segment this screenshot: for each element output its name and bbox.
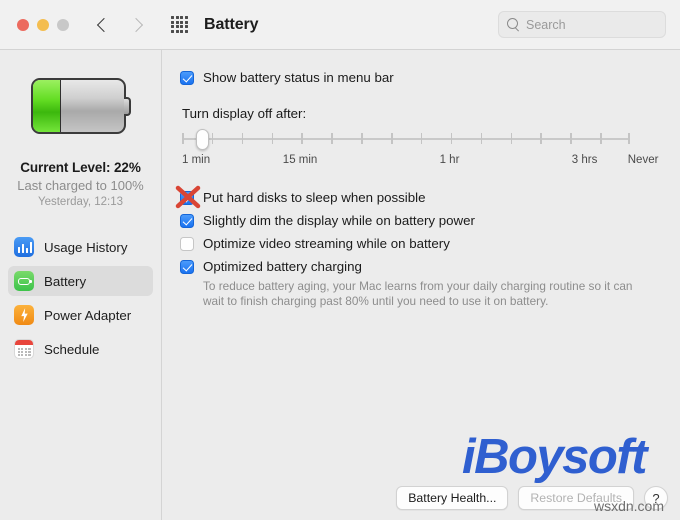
minimize-button[interactable] <box>37 18 49 31</box>
hard-disk-sleep-checkbox[interactable] <box>180 191 194 205</box>
schedule-icon <box>14 339 34 359</box>
sidebar-item-label: Usage History <box>44 239 128 255</box>
dim-display-checkbox[interactable] <box>180 214 194 228</box>
traffic-lights <box>17 18 69 31</box>
forward-chevron-icon[interactable] <box>131 19 143 31</box>
bottom-button-bar: Battery Health... Restore Defaults ? <box>180 486 668 510</box>
last-charged-label: Last charged to 100% <box>17 178 144 193</box>
slider-label-3hrs: 3 hrs <box>571 154 598 166</box>
battery-health-button[interactable]: Battery Health... <box>396 486 509 510</box>
page-title: Battery <box>204 15 259 33</box>
body-area: Current Level: 22% Last charged to 100% … <box>0 50 680 520</box>
sidebar-item-label: Battery <box>44 273 87 289</box>
current-level-label: Current Level: 22% <box>20 160 141 175</box>
search-field[interactable]: Search <box>498 11 666 38</box>
zoom-button[interactable] <box>57 18 69 31</box>
power-adapter-icon <box>14 305 34 325</box>
sidebar-list: Usage History Battery Power Adapter Sche… <box>0 232 161 364</box>
optimized-charging-row[interactable]: Optimized battery charging <box>180 259 662 275</box>
sidebar-item-power-adapter[interactable]: Power Adapter <box>8 300 153 330</box>
sidebar: Current Level: 22% Last charged to 100% … <box>0 50 162 520</box>
battery-graphic-container <box>0 78 161 134</box>
slider-tick-labels: 1 min 15 min 1 hr 3 hrs Never <box>182 154 658 170</box>
optimize-video-label: Optimize video streaming while on batter… <box>203 236 450 251</box>
hard-disk-sleep-row[interactable]: Put hard disks to sleep when possible <box>175 185 662 209</box>
display-sleep-slider-group: 1 min 15 min 1 hr 3 hrs Never <box>182 129 660 170</box>
optimize-video-checkbox[interactable] <box>180 237 194 251</box>
sidebar-item-battery[interactable]: Battery <box>8 266 153 296</box>
slider-label-1min: 1 min <box>182 154 211 166</box>
optimize-video-row[interactable]: Optimize video streaming while on batter… <box>180 236 662 252</box>
sidebar-item-label: Schedule <box>44 341 100 357</box>
search-icon <box>507 18 520 31</box>
slider-label-1hr: 1 hr <box>439 154 460 166</box>
sidebar-item-label: Power Adapter <box>44 307 132 323</box>
slider-thumb[interactable] <box>196 129 210 150</box>
battery-fill-level <box>32 80 61 132</box>
last-charged-time-label: Yesterday, 12:13 <box>37 196 124 208</box>
hard-disk-sleep-label: Put hard disks to sleep when possible <box>203 190 426 205</box>
show-battery-status-row[interactable]: Show battery status in menu bar <box>180 70 662 86</box>
sidebar-item-usage-history[interactable]: Usage History <box>8 232 153 262</box>
slider-ticks <box>182 133 630 145</box>
search-placeholder: Search <box>526 17 566 32</box>
close-button[interactable] <box>17 18 29 31</box>
battery-shell <box>30 78 126 134</box>
battery-graphic <box>30 78 131 134</box>
usage-history-icon <box>14 237 34 257</box>
optimized-charging-label: Optimized battery charging <box>203 259 362 274</box>
turn-display-off-label: Turn display off after: <box>182 106 307 121</box>
battery-terminal-nub <box>123 97 131 116</box>
back-chevron-icon[interactable] <box>97 19 109 31</box>
battery-preferences-window: Battery Search Current Level: 22% Last c… <box>0 0 680 520</box>
optimized-charging-checkbox[interactable] <box>180 260 194 274</box>
content-pane: Show battery status in menu bar Turn dis… <box>162 50 680 520</box>
slider-label-never: Never <box>627 154 659 166</box>
optimized-charging-description: To reduce battery aging, your Mac learns… <box>203 279 633 308</box>
restore-defaults-button[interactable]: Restore Defaults <box>518 486 634 510</box>
battery-icon <box>14 271 34 291</box>
help-button[interactable]: ? <box>644 486 668 510</box>
show-battery-status-checkbox[interactable] <box>180 71 194 85</box>
navigation-arrows <box>97 19 143 31</box>
sidebar-item-schedule[interactable]: Schedule <box>8 334 153 364</box>
battery-status-text: Current Level: 22% Last charged to 100% … <box>0 160 161 208</box>
slider-label-15min: 15 min <box>282 154 318 166</box>
show-all-grid-icon[interactable] <box>171 16 188 33</box>
show-battery-status-label: Show battery status in menu bar <box>203 70 394 85</box>
dim-display-row[interactable]: Slightly dim the display while on batter… <box>180 213 662 229</box>
title-bar: Battery Search <box>0 0 680 50</box>
display-sleep-slider[interactable] <box>182 129 630 150</box>
dim-display-label: Slightly dim the display while on batter… <box>203 213 475 228</box>
